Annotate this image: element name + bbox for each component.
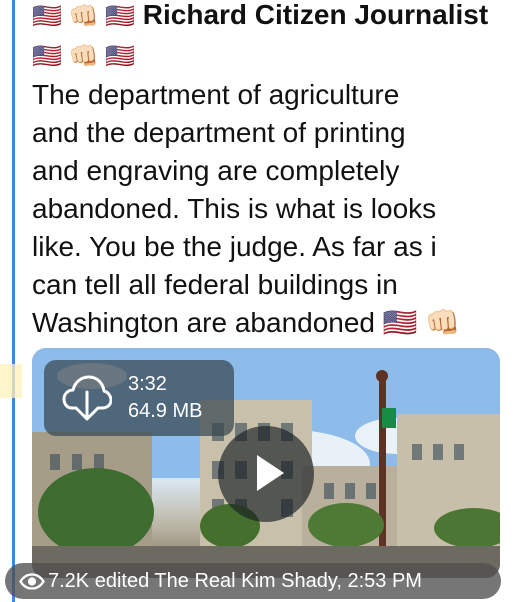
- author-prefix-emoji: 🇺🇸 👊🏻 🇺🇸: [32, 3, 135, 30]
- message-body: The department of agriculture and the de…: [32, 76, 502, 342]
- message-line: can tell all federal buildings in: [32, 269, 398, 300]
- left-message-accent: [12, 0, 15, 602]
- message-card: 🇺🇸 👊🏻 🇺🇸 Richard Citizen Journalist 🇺🇸 👊…: [32, 0, 502, 342]
- video-preview[interactable]: 3:32 64.9 MB: [32, 348, 500, 578]
- green-street-sign: [382, 408, 396, 428]
- message-line: The department of agriculture: [32, 79, 400, 110]
- message-line: and the department of printing: [32, 117, 406, 148]
- play-button[interactable]: [218, 426, 314, 522]
- left-tree: [38, 468, 154, 556]
- cloud-download-icon[interactable]: [62, 374, 112, 422]
- left-highlight-mark: [0, 364, 22, 398]
- post-signature: The Real Kim Shady,: [154, 570, 342, 592]
- eye-icon: [19, 573, 45, 590]
- video-duration: 3:32: [128, 373, 167, 395]
- message-line: and engraving are completely: [32, 155, 400, 186]
- message-line: Washington are abandoned 🇺🇸 👊🏻: [32, 307, 461, 338]
- message-meta: 7.2K edited The Real Kim Shady, 2:53 PM: [5, 563, 501, 599]
- video-file-size: 64.9 MB: [128, 400, 203, 422]
- meta-line: 7.2K edited The Real Kim Shady, 2:53 PM: [48, 563, 422, 599]
- author-name-row[interactable]: 🇺🇸 👊🏻 🇺🇸 Richard Citizen Journalist 🇺🇸 👊…: [32, 0, 502, 76]
- author-suffix-emoji: 🇺🇸 👊🏻 🇺🇸: [32, 43, 135, 70]
- view-count: 7.2K: [48, 570, 90, 592]
- post-time: 2:53 PM: [347, 570, 422, 592]
- play-icon: [257, 455, 284, 491]
- edited-label: edited: [94, 570, 150, 592]
- message-line: like. You be the judge. As far as i: [32, 231, 437, 262]
- message-line: abandoned. This is what is looks: [32, 193, 437, 224]
- street-lamp: [376, 370, 388, 382]
- author-name[interactable]: Richard Citizen Journalist: [143, 0, 488, 30]
- download-info-pill[interactable]: 3:32 64.9 MB: [44, 360, 234, 436]
- right-tree: [308, 503, 384, 547]
